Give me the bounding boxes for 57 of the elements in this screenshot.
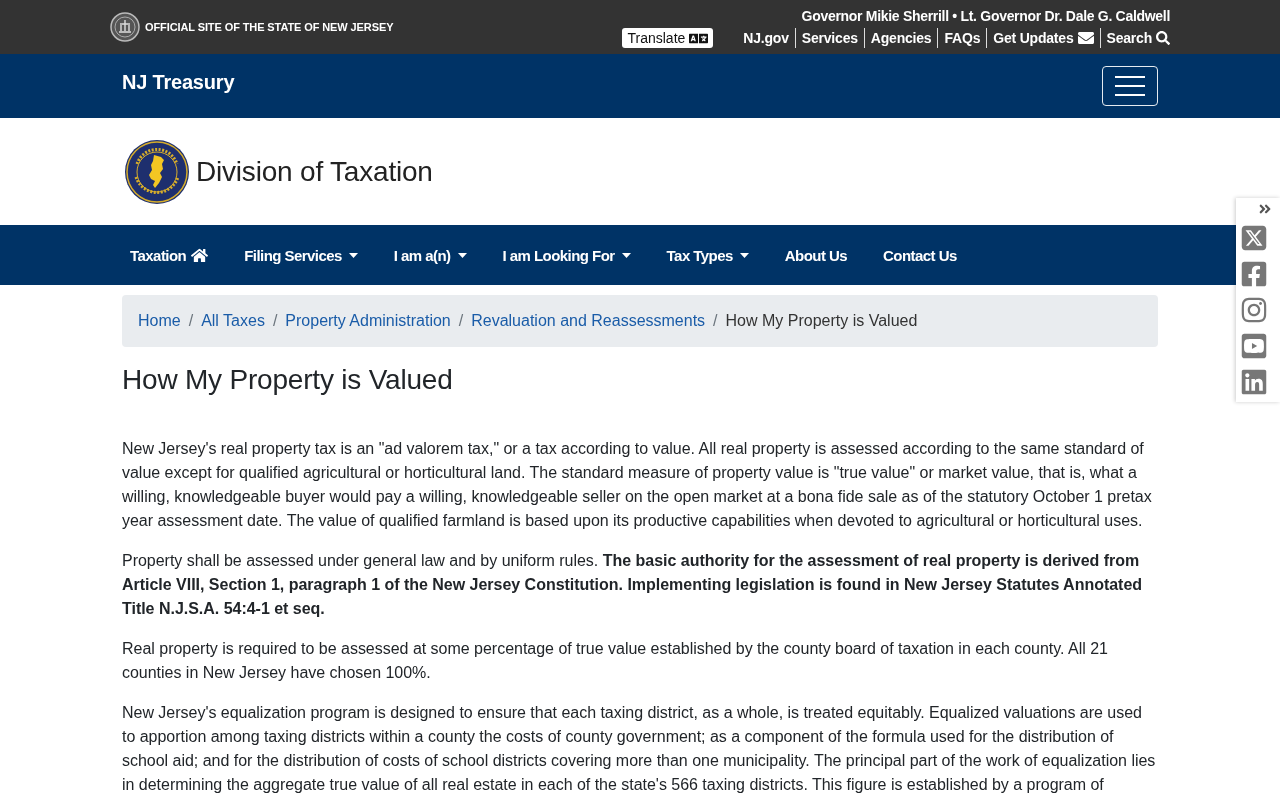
menu-item[interactable]: Taxation bbox=[130, 246, 209, 264]
double-chevron-icon bbox=[1258, 202, 1272, 216]
instagram-icon bbox=[1240, 296, 1268, 324]
site-title-link[interactable]: NJ Treasury bbox=[122, 70, 235, 94]
menu-icon bbox=[1115, 74, 1145, 97]
official-site-label: OFFICIAL SITE OF THE STATE OF NEW JERSEY bbox=[145, 21, 394, 33]
top-link-label: Search bbox=[1106, 29, 1152, 48]
top-link[interactable]: NJ.gov bbox=[737, 28, 795, 48]
caret-icon bbox=[457, 252, 467, 258]
caret-icon bbox=[739, 252, 749, 258]
paragraph: Property shall be assessed under general law and by uniform rules. The basic authority for the assessment of real property is derived from Article VIII, Section 1, paragraph 1 of the New Jersey Constitution. Implementing legislation is found in New Jersey Statutes Annotated Title N.J.S.A. 54:4-1 et seq. bbox=[122, 550, 1143, 619]
facebook-icon bbox=[1240, 260, 1268, 288]
state-seal-logo bbox=[110, 12, 140, 42]
top-link[interactable]: Agencies bbox=[863, 28, 938, 48]
breadcrumb-separator: / bbox=[187, 312, 195, 330]
paragraph: New Jersey's real property tax is an "ad valorem tax," or a tax according to value. All real property is assessed according to the same standard of value except for qualified agricultural or horticultural land. The standard measure of property value is "true value" or market value, that is, what a willing, knowledgeable buyer would pay a willing, knowledgeable seller on the open market at a bona fide sale as of the statutory October 1 pretax year assessment date. The value of qualified farmland is based upon its productive capabilities when devoted to agricultural or horticultural uses. bbox=[122, 438, 1153, 531]
breadcrumb-link[interactable]: All Taxes bbox=[201, 312, 265, 330]
breadcrumb-link[interactable]: Revaluation and Reassessments bbox=[471, 312, 706, 330]
collapse-button[interactable] bbox=[1258, 202, 1272, 216]
home-icon bbox=[191, 246, 209, 264]
breadcrumb-link[interactable]: Property Administration bbox=[285, 312, 451, 330]
paragraph: New Jersey's equalization program is designed to ensure that each taxing district, as a whole, is treated equitably. Equalized valuations are used to apportion among taxing districts within a county the costs of county government; as a component of the formula used for the distribution of school aid; and for the distribution of costs of school districts covering more than one municipality. The principal part of the work of equalization lies in determining the aggregate true value of all real estate in each of the state's 566 taxing districts. This figure is established by a program of bbox=[122, 702, 1157, 795]
envelope-icon bbox=[1077, 30, 1094, 46]
menu-dropdown[interactable]: I am a(n) bbox=[393, 246, 467, 264]
breadcrumb-link[interactable]: Home bbox=[138, 312, 181, 330]
social-link[interactable] bbox=[1240, 332, 1268, 360]
menu-button[interactable] bbox=[1102, 65, 1158, 106]
paragraph: Real property is required to be assessed at some percentage of true value established by the county board of taxation in each county. All 21 counties in New Jersey have chosen 100%. bbox=[122, 638, 1109, 683]
breadcrumb-current: How My Property is Valued bbox=[725, 312, 918, 330]
social-link[interactable] bbox=[1240, 260, 1268, 288]
breadcrumb-separator: / bbox=[271, 312, 279, 330]
x-logo-icon bbox=[1240, 224, 1268, 252]
menu-item-label: Taxation bbox=[130, 246, 187, 264]
menu-item-label: I am a(n) bbox=[393, 246, 451, 264]
top-link[interactable]: Search bbox=[1099, 28, 1170, 48]
menu-dropdown[interactable]: Tax Types bbox=[666, 246, 749, 264]
menu-link[interactable]: About Us bbox=[784, 246, 848, 264]
top-link-label: Get Updates bbox=[993, 29, 1074, 48]
breadcrumb-separator: / bbox=[457, 312, 465, 330]
menu-link[interactable]: Contact Us bbox=[883, 246, 957, 264]
officials-text: Governor Mikie Sherrill • Lt. Governor Dr. Dale G. Caldwell bbox=[801, 7, 1170, 25]
social-link[interactable] bbox=[1240, 224, 1268, 252]
division-title: Division of Taxation bbox=[196, 155, 433, 188]
social-link[interactable] bbox=[1240, 296, 1268, 324]
breadcrumb-separator: / bbox=[712, 312, 719, 330]
page-title: How My Property is Valued bbox=[122, 363, 454, 397]
top-link[interactable]: Services bbox=[794, 28, 864, 48]
search-icon bbox=[1156, 31, 1170, 45]
top-link[interactable]: FAQs bbox=[937, 28, 987, 48]
division-seal-logo bbox=[124, 138, 190, 205]
youtube-icon bbox=[1240, 332, 1268, 360]
caret-icon bbox=[621, 252, 631, 258]
social-link[interactable] bbox=[1240, 368, 1268, 396]
linkedin-icon bbox=[1240, 368, 1268, 396]
caret-icon bbox=[348, 252, 358, 258]
menu-item-label: Tax Types bbox=[666, 246, 733, 264]
top-link[interactable]: Get Updates bbox=[986, 28, 1100, 48]
